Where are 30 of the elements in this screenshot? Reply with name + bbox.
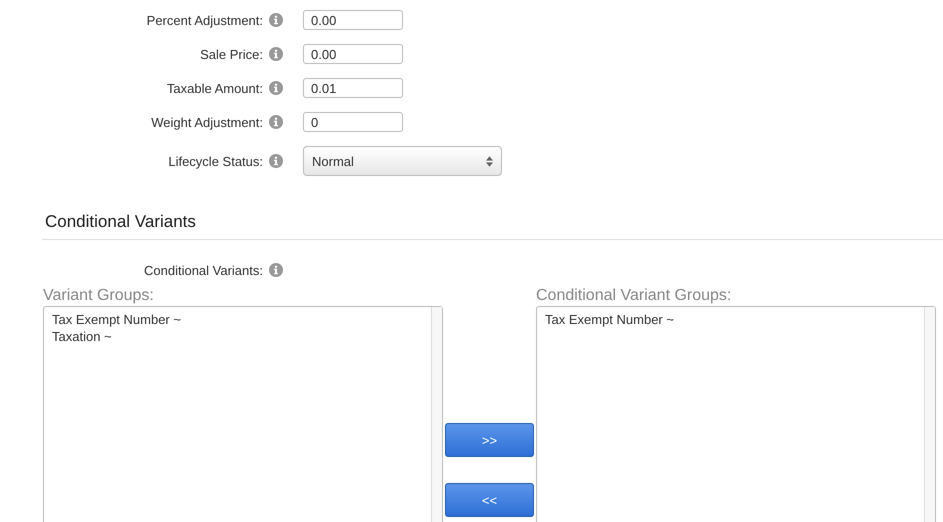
field-label: Lifecycle Status: <box>167 154 263 168</box>
conditional-groups-list[interactable]: Tax Exempt Number ~ <box>536 306 936 522</box>
text-input[interactable]: 0.00 <box>303 44 403 64</box>
field-label: Taxable Amount: <box>166 80 263 96</box>
updown-icon <box>486 156 493 166</box>
list-item[interactable]: Tax Exempt Number ~ <box>52 311 423 328</box>
list-caption: Variant Groups: <box>43 287 155 305</box>
info-icon[interactable] <box>269 81 283 95</box>
field-label: Conditional Variants: <box>143 262 263 278</box>
info-icon[interactable] <box>269 13 283 27</box>
list-item[interactable]: Tax Exempt Number ~ <box>545 311 916 328</box>
variant-groups-list[interactable]: Tax Exempt Number ~ Taxation ~ <box>43 306 443 522</box>
text-input[interactable]: 0.00 <box>303 10 403 30</box>
info-icon[interactable] <box>269 154 283 168</box>
scrollbar[interactable] <box>924 307 935 522</box>
list-item[interactable]: Taxation ~ <box>52 328 423 345</box>
scrollbar[interactable] <box>431 307 442 522</box>
text-input[interactable]: 0.01 <box>303 78 403 98</box>
info-icon[interactable] <box>269 115 283 129</box>
move-button[interactable]: << <box>445 483 534 517</box>
info-icon[interactable] <box>269 47 283 61</box>
section-heading: Conditional Variants <box>45 212 197 232</box>
field-label: Percent Adjustment: <box>146 12 263 28</box>
field-label: Weight Adjustment: <box>150 114 263 130</box>
list-caption: Conditional Variant Groups: <box>536 287 732 305</box>
status-select[interactable]: Normal <box>303 146 502 176</box>
info-icon[interactable] <box>269 263 283 277</box>
move-button[interactable]: >> <box>445 423 534 457</box>
text-input[interactable]: 0 <box>303 112 403 132</box>
field-label: Sale Price: <box>199 46 263 62</box>
